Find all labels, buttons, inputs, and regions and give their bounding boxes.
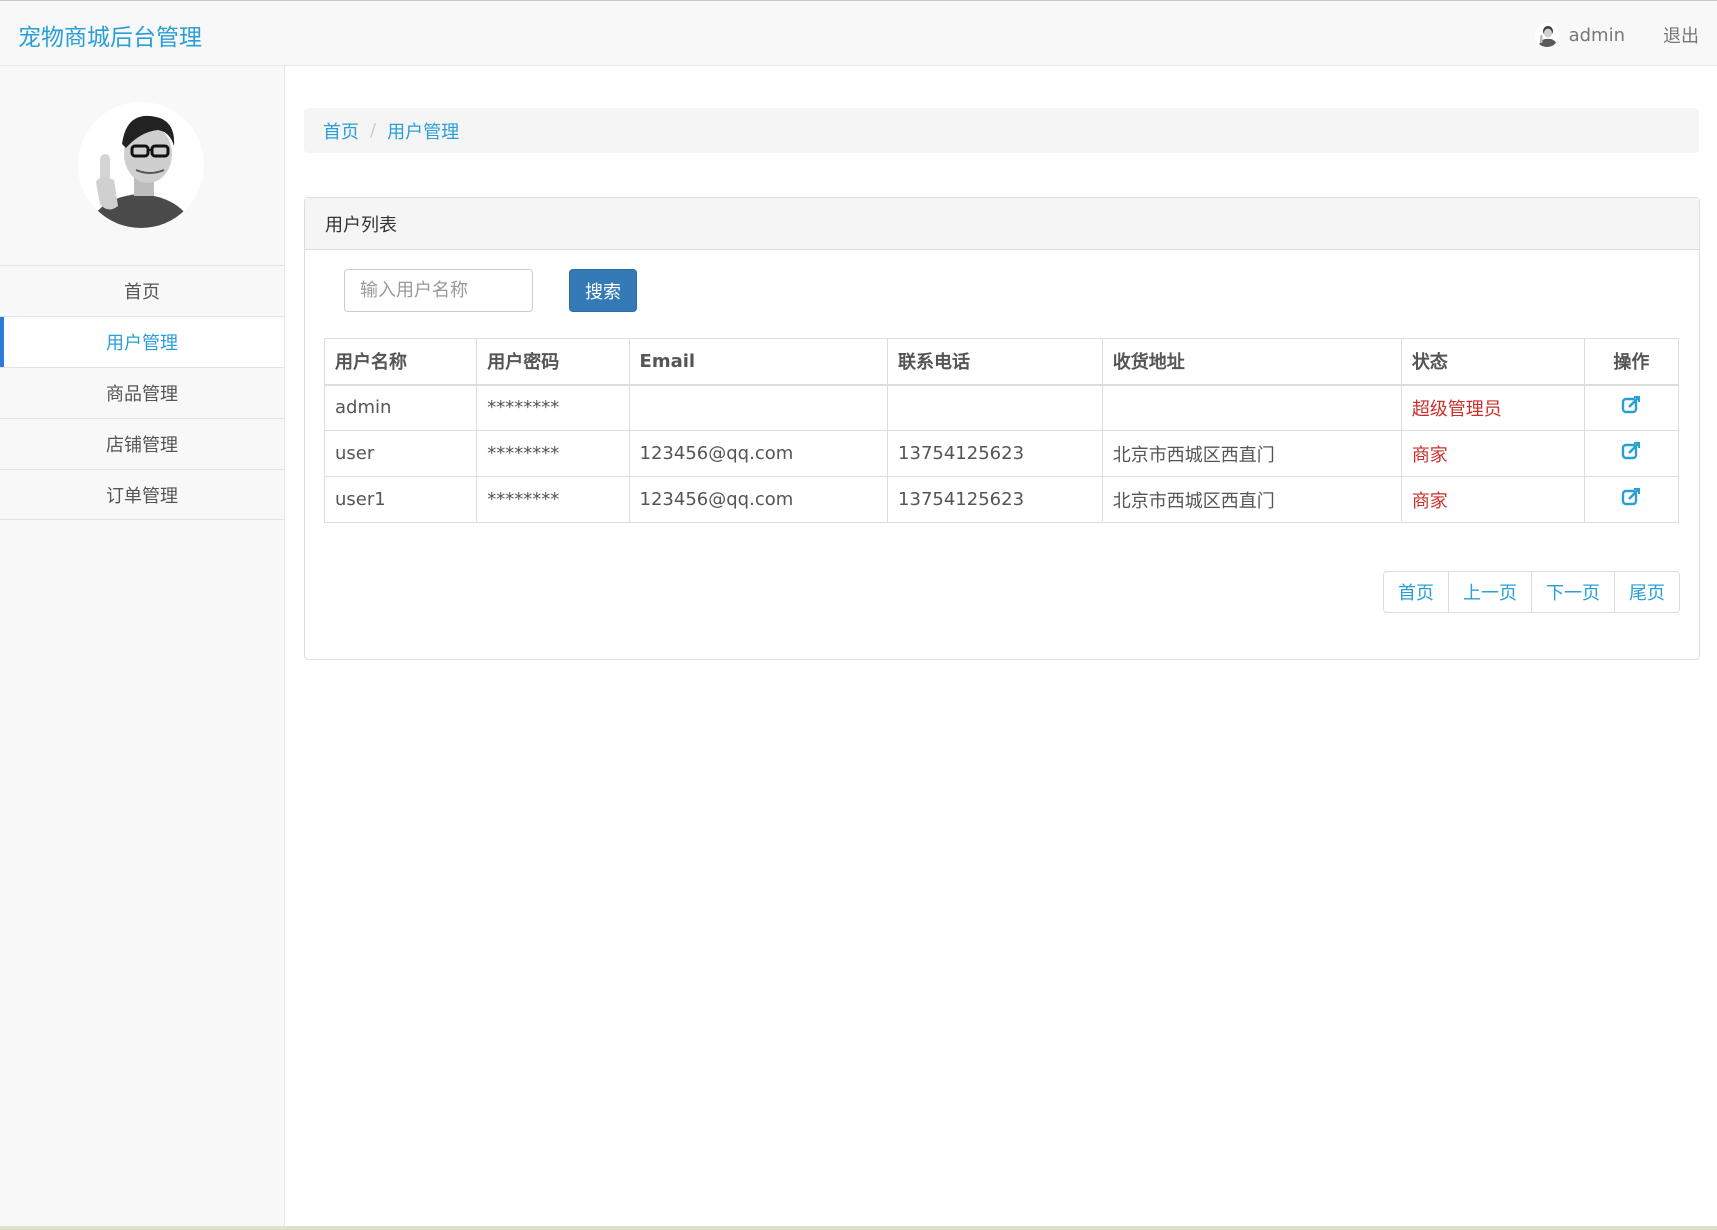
breadcrumb-home[interactable]: 首页 xyxy=(323,118,359,144)
cell-username: admin xyxy=(323,384,478,431)
logout-link[interactable]: 退出 xyxy=(1663,22,1699,48)
pager-first[interactable]: 首页 xyxy=(1383,571,1449,613)
cell-email: 123456@qq.com xyxy=(628,430,889,477)
table-header-row: 用户名称 用户密码 Email 联系电话 收货地址 状态 操作 xyxy=(323,338,1680,386)
column-header: 收货地址 xyxy=(1101,338,1402,386)
pagination: 首页 上一页 下一页 尾页 xyxy=(1383,571,1680,613)
user-avatar-small xyxy=(1534,23,1559,47)
sidebar-item-home[interactable]: 首页 xyxy=(0,265,284,316)
cell-phone: 13754125623 xyxy=(887,476,1103,523)
sidebar-item-orders[interactable]: 订单管理 xyxy=(0,469,284,520)
column-header: Email xyxy=(628,338,889,386)
top-navbar: 宠物商城后台管理 admin 退出 xyxy=(0,0,1717,66)
sidebar-nav: 首页 用户管理 商品管理 店铺管理 订单管理 xyxy=(0,265,284,520)
search-input[interactable] xyxy=(344,269,533,312)
user-list-panel: 用户列表 搜索 用户名称 用户密码 Email 联系电话 收货地址 状态 操作 xyxy=(304,197,1700,660)
sidebar-item-products[interactable]: 商品管理 xyxy=(0,367,284,418)
table-row: user ******** 123456@qq.com 13754125623 … xyxy=(323,430,1680,477)
cell-actions xyxy=(1583,476,1680,523)
sidebar-item-shops[interactable]: 店铺管理 xyxy=(0,418,284,469)
column-header: 用户密码 xyxy=(476,338,630,386)
pager-prev[interactable]: 上一页 xyxy=(1448,571,1532,613)
cell-username: user xyxy=(323,430,478,477)
breadcrumb: 首页 / 用户管理 xyxy=(304,108,1699,153)
panel-title: 用户列表 xyxy=(305,198,1699,250)
cell-actions xyxy=(1583,384,1680,431)
cell-address xyxy=(1101,384,1402,431)
brand-title[interactable]: 宠物商城后台管理 xyxy=(18,18,202,52)
pager-next[interactable]: 下一页 xyxy=(1531,571,1615,613)
cell-role: 超级管理员 xyxy=(1400,384,1585,431)
search-button[interactable]: 搜索 xyxy=(569,269,637,312)
main-content: 首页 / 用户管理 用户列表 搜索 用户名称 用户密码 Email 联系电话 收… xyxy=(285,66,1717,1230)
column-header: 用户名称 xyxy=(323,338,478,386)
cell-role: 商家 xyxy=(1400,430,1585,477)
cell-phone: 13754125623 xyxy=(887,430,1103,477)
column-header: 状态 xyxy=(1400,338,1585,386)
cell-password: ******** xyxy=(476,384,630,431)
sidebar-item-users[interactable]: 用户管理 xyxy=(0,316,284,367)
table-row: user1 ******** 123456@qq.com 13754125623… xyxy=(323,476,1680,523)
cell-username: user1 xyxy=(323,476,478,523)
cell-phone xyxy=(887,384,1103,431)
sidebar: 首页 用户管理 商品管理 店铺管理 订单管理 xyxy=(0,66,285,1230)
pager-last[interactable]: 尾页 xyxy=(1614,571,1680,613)
username-link[interactable]: admin xyxy=(1569,25,1625,46)
cell-email xyxy=(628,384,889,431)
cell-role: 商家 xyxy=(1400,476,1585,523)
breadcrumb-separator: / xyxy=(370,120,377,141)
table-row: admin ******** 超级管理员 xyxy=(323,384,1680,431)
user-area: admin 退出 xyxy=(1534,19,1717,51)
cell-address: 北京市西城区西直门 xyxy=(1101,430,1402,477)
bottom-strip xyxy=(0,1226,1717,1230)
cell-password: ******** xyxy=(476,430,630,477)
cell-password: ******** xyxy=(476,476,630,523)
column-header: 联系电话 xyxy=(887,338,1103,386)
edit-icon[interactable] xyxy=(1621,395,1641,415)
edit-icon[interactable] xyxy=(1621,487,1641,507)
cell-address: 北京市西城区西直门 xyxy=(1101,476,1402,523)
breadcrumb-current[interactable]: 用户管理 xyxy=(387,118,459,144)
edit-icon[interactable] xyxy=(1621,441,1641,461)
avatar xyxy=(78,102,204,228)
user-table: 用户名称 用户密码 Email 联系电话 收货地址 状态 操作 admin **… xyxy=(323,338,1680,523)
column-header: 操作 xyxy=(1583,338,1680,386)
cell-actions xyxy=(1583,430,1680,477)
cell-email: 123456@qq.com xyxy=(628,476,889,523)
